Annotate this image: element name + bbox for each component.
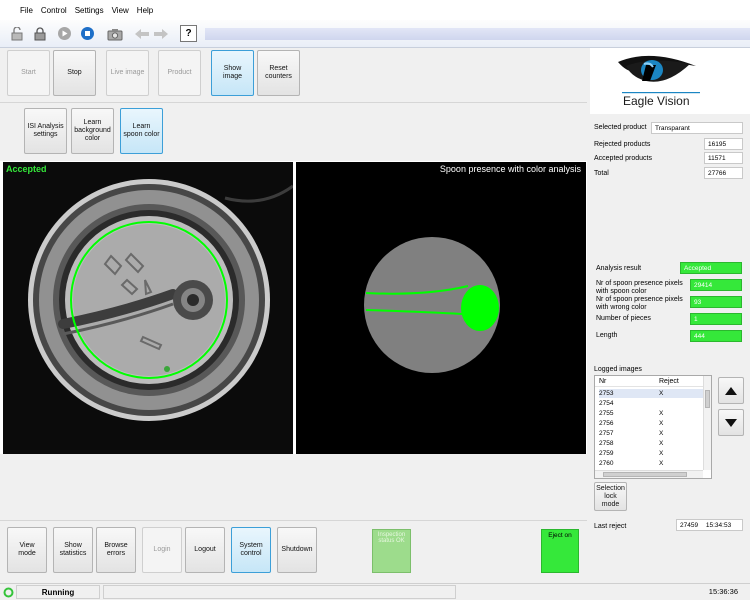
login-button[interactable]: Login xyxy=(142,527,182,573)
total-value: 27766 xyxy=(704,167,743,179)
eject-on-indicator: Eject on xyxy=(541,529,579,573)
inspection-status-indicator: Inspection status OK xyxy=(372,529,411,573)
accepted-products-value: 11571 xyxy=(704,152,743,164)
camera-image: Accepted xyxy=(3,162,293,454)
arrow-left-icon[interactable] xyxy=(133,25,150,42)
lock-open-icon[interactable] xyxy=(8,25,25,42)
list-item[interactable]: 2760 X xyxy=(599,459,703,468)
selected-product-value: Transparant xyxy=(651,122,743,134)
last-reject-time: 15:34:53 xyxy=(705,522,732,529)
lock-icon[interactable] xyxy=(31,25,48,42)
arrow-down-icon xyxy=(725,418,737,427)
reset-counters-button[interactable]: Reset counters xyxy=(257,50,300,96)
play-icon[interactable] xyxy=(56,25,73,42)
menu-file[interactable]: File xyxy=(20,6,33,15)
toolbar-band xyxy=(205,28,750,40)
status-message xyxy=(103,585,456,599)
logo-text: Eagle Vision xyxy=(623,94,690,108)
horizontal-scrollbar[interactable] xyxy=(595,470,703,478)
live-image-button[interactable]: Live image xyxy=(106,50,149,96)
accepted-products-label: Accepted products xyxy=(594,155,652,162)
scroll-thumb[interactable] xyxy=(603,472,687,477)
last-reject-number: 27459 xyxy=(680,522,699,529)
status-bar: Running 15:36:36 xyxy=(0,583,750,600)
clock: 15:36:36 xyxy=(708,587,738,596)
view-mode-button[interactable]: View mode xyxy=(7,527,47,573)
rejected-products-label: Rejected products xyxy=(594,141,651,148)
running-status: Running xyxy=(16,585,100,599)
total-label: Total xyxy=(594,170,609,177)
shutdown-button[interactable]: Shutdown xyxy=(277,527,317,573)
list-item[interactable]: 2759 X xyxy=(599,449,703,458)
number-of-pieces-label: Number of pieces xyxy=(596,315,651,322)
last-reject-value: 27459 15:34:53 xyxy=(676,519,743,531)
rejected-products-value: 16195 xyxy=(704,138,743,150)
product-button[interactable]: Product xyxy=(158,50,201,96)
last-reject-label: Last reject xyxy=(594,523,627,530)
divider xyxy=(0,102,587,103)
scroll-thumb[interactable] xyxy=(705,390,710,408)
number-of-pieces-value: 1 xyxy=(690,313,742,325)
spoon-photo-icon xyxy=(3,162,293,454)
menu-control[interactable]: Control xyxy=(41,6,67,15)
camera-icon[interactable] xyxy=(106,25,123,42)
list-item[interactable]: 2753 X xyxy=(599,389,703,398)
analysis-title: Spoon presence with color analysis xyxy=(439,164,581,174)
arrow-up-icon xyxy=(725,386,737,395)
browse-errors-button[interactable]: Browse errors xyxy=(96,527,136,573)
spoon-color-pixels-value: 29414 xyxy=(690,279,742,291)
vertical-scrollbar[interactable] xyxy=(703,376,711,470)
selected-product-label: Selected product xyxy=(594,124,647,131)
scroll-down-button[interactable] xyxy=(718,409,744,436)
list-item[interactable]: 2755 X xyxy=(599,409,703,418)
analysis-result-value: Accepted xyxy=(680,262,742,274)
start-button[interactable]: Start xyxy=(7,50,50,96)
spoon-color-pixels-label: Nr of spoon presence pixels with spoon c… xyxy=(596,280,683,295)
selection-lock-button[interactable]: Selection lock mode xyxy=(594,482,627,511)
show-statistics-button[interactable]: Show statistics xyxy=(53,527,93,573)
running-status-icon xyxy=(3,587,14,598)
analysis-result-label: Analysis result xyxy=(596,265,642,272)
logged-images-list[interactable]: Nr Reject 2753 X 2754 2755 X 2756 X 2757 X 2… xyxy=(594,375,712,479)
analysis-image: Spoon presence with color analysis xyxy=(296,162,586,454)
toolbar: ? xyxy=(0,20,750,48)
length-label: Length xyxy=(596,332,618,339)
stop-button[interactable]: Stop xyxy=(53,50,96,96)
list-item[interactable]: 2754 xyxy=(599,399,703,408)
accepted-status: Accepted xyxy=(6,164,47,174)
menu-settings[interactable]: Settings xyxy=(75,6,104,15)
list-item[interactable]: 2758 X xyxy=(599,439,703,448)
menu-help[interactable]: Help xyxy=(137,6,153,15)
arrow-right-icon[interactable] xyxy=(152,25,169,42)
list-header: Nr Reject xyxy=(595,376,703,387)
isi-analysis-settings-button[interactable]: ISI Analysis settings xyxy=(24,108,67,154)
menu-view[interactable]: View xyxy=(112,6,129,15)
wrong-color-pixels-label: Nr of spoon presence pixels with wrong c… xyxy=(596,296,683,311)
divider xyxy=(0,520,587,521)
list-item[interactable]: 2757 X xyxy=(599,429,703,438)
logout-button[interactable]: Logout xyxy=(185,527,225,573)
learn-background-color-button[interactable]: Learn background color xyxy=(71,108,114,154)
col-reject: Reject xyxy=(659,378,679,385)
col-nr: Nr xyxy=(599,378,607,385)
stop-icon[interactable] xyxy=(79,25,96,42)
help-icon[interactable]: ? xyxy=(180,25,197,42)
length-value: 444 xyxy=(690,330,742,342)
show-image-button[interactable]: Show image xyxy=(211,50,254,96)
logo: Eagle Vision xyxy=(590,48,750,114)
menu-bar: File Control Settings View Help xyxy=(0,0,750,20)
scroll-up-button[interactable] xyxy=(718,377,744,404)
list-item[interactable]: 2756 X xyxy=(599,419,703,428)
wrong-color-pixels-value: 93 xyxy=(690,296,742,308)
system-control-button[interactable]: System control xyxy=(231,527,271,573)
learn-spoon-color-button[interactable]: Learn spoon color xyxy=(120,108,163,154)
logged-images-title: Logged images xyxy=(594,366,642,373)
color-analysis-icon xyxy=(364,237,500,373)
